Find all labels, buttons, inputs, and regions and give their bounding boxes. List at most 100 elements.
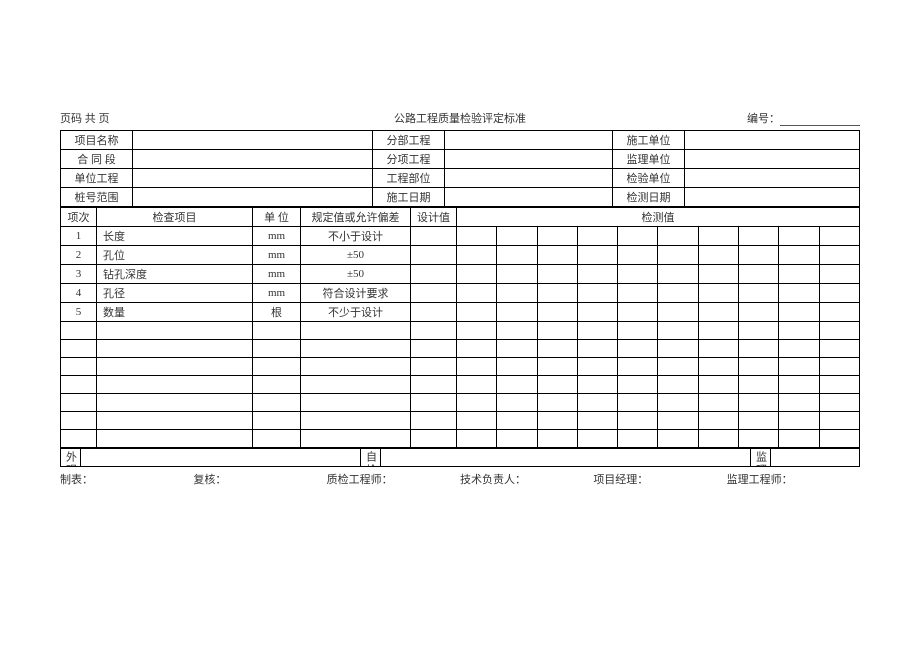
cell — [253, 358, 301, 376]
cell — [411, 227, 457, 246]
cell — [658, 265, 698, 284]
value-self-check — [381, 449, 751, 467]
label-inspection-unit: 检验单位 — [613, 169, 685, 188]
cell — [253, 340, 301, 358]
table-row: 1长度mm不小于设计 — [61, 227, 860, 246]
cell — [618, 412, 658, 430]
cell — [739, 246, 779, 265]
footer-preparer: 制表： — [60, 471, 193, 487]
cell — [537, 227, 577, 246]
cell — [301, 358, 411, 376]
cell — [253, 394, 301, 412]
table-row: 5数量根不少于设计 — [61, 303, 860, 322]
cell — [739, 412, 779, 430]
cell: mm — [253, 284, 301, 303]
cell — [739, 358, 779, 376]
cell — [658, 284, 698, 303]
table-row: 4孔径mm符合设计要求 — [61, 284, 860, 303]
page-code: 页码 共 页 — [60, 110, 240, 126]
cell — [779, 412, 819, 430]
cell — [698, 246, 738, 265]
cell — [577, 322, 617, 340]
label-project-name: 项目名称 — [61, 131, 133, 150]
cell — [618, 358, 658, 376]
cell — [497, 358, 537, 376]
col-spec: 规定值或允许偏差 — [301, 208, 411, 227]
cell: 5 — [61, 303, 97, 322]
cell: 4 — [61, 284, 97, 303]
cell — [61, 430, 97, 448]
cell — [618, 394, 658, 412]
cell — [658, 412, 698, 430]
cell — [658, 322, 698, 340]
header-row: 单位工程 工程部位 检验单位 — [61, 169, 860, 188]
cell — [819, 340, 859, 358]
cell — [97, 412, 253, 430]
footer-qc-engineer: 质检工程师： — [327, 471, 460, 487]
cell — [497, 430, 537, 448]
cell — [779, 430, 819, 448]
column-header-row: 项次 检查项目 单 位 规定值或允许偏差 设计值 检测值 — [61, 208, 860, 227]
label-construction-unit: 施工单位 — [613, 131, 685, 150]
bottom-table: 外观鉴定 自检意见 监理意见 — [60, 448, 860, 467]
cell — [739, 340, 779, 358]
cell — [779, 246, 819, 265]
cell — [698, 376, 738, 394]
cell — [739, 394, 779, 412]
value-subitem — [445, 150, 613, 169]
cell — [537, 376, 577, 394]
table-row: 3钻孔深度mm±50 — [61, 265, 860, 284]
cell: mm — [253, 227, 301, 246]
value-contract — [133, 150, 373, 169]
cell — [658, 394, 698, 412]
label-appearance: 外观鉴定 — [61, 449, 81, 467]
cell — [497, 322, 537, 340]
opinion-row: 外观鉴定 自检意见 监理意见 — [61, 449, 860, 467]
footer-tech-lead: 技术负责人： — [460, 471, 593, 487]
cell — [457, 430, 497, 448]
value-construction-unit — [685, 131, 860, 150]
cell — [497, 227, 537, 246]
cell — [97, 376, 253, 394]
cell — [779, 303, 819, 322]
value-supervision-unit — [685, 150, 860, 169]
cell — [411, 340, 457, 358]
cell — [253, 430, 301, 448]
label-unit-project: 单位工程 — [61, 169, 133, 188]
cell — [618, 430, 658, 448]
cell — [537, 265, 577, 284]
cell — [457, 322, 497, 340]
footer-reviewer: 复核： — [193, 471, 326, 487]
footer: 制表： 复核： 质检工程师： 技术负责人： 项目经理： 监理工程师： — [60, 471, 860, 487]
cell — [97, 430, 253, 448]
cell — [698, 227, 738, 246]
cell — [618, 340, 658, 358]
cell — [739, 284, 779, 303]
cell — [537, 322, 577, 340]
value-project-name — [133, 131, 373, 150]
cell — [61, 376, 97, 394]
cell — [618, 376, 658, 394]
cell — [819, 246, 859, 265]
cell — [457, 227, 497, 246]
label-subitem: 分项工程 — [373, 150, 445, 169]
value-stake-range — [133, 188, 373, 207]
cell — [411, 284, 457, 303]
serial-blank — [780, 114, 860, 126]
cell — [537, 246, 577, 265]
cell — [497, 340, 537, 358]
cell — [537, 284, 577, 303]
cell — [457, 394, 497, 412]
cell — [61, 394, 97, 412]
cell — [411, 430, 457, 448]
cell — [779, 358, 819, 376]
table-row: 2孔位mm±50 — [61, 246, 860, 265]
cell — [618, 265, 658, 284]
table-row — [61, 376, 860, 394]
cell — [411, 303, 457, 322]
cell — [819, 284, 859, 303]
doc-title: 公路工程质量检验评定标准 — [240, 110, 680, 126]
cell — [658, 340, 698, 358]
label-subsection: 分部工程 — [373, 131, 445, 150]
cell — [698, 430, 738, 448]
